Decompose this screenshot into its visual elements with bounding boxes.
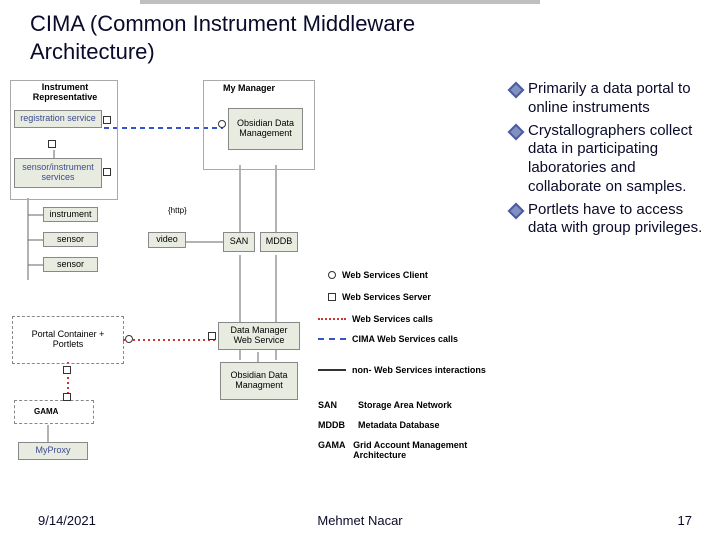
legend-text: Web Services Client: [342, 270, 428, 280]
bullet-item: Crystallographers collect data in partic…: [510, 122, 710, 197]
my-manager-label: My Manager: [223, 83, 275, 93]
bullet-list: Primarily a data portal to online instru…: [510, 80, 710, 242]
sensor-box-2: sensor: [43, 257, 98, 272]
legend-key: SAN: [318, 400, 352, 410]
gama-box: GAMA: [34, 407, 58, 416]
myproxy-box: MyProxy: [18, 442, 88, 460]
slide-title: CIMA (Common Instrument Middleware Archi…: [30, 10, 530, 65]
legend-san: SAN Storage Area Network: [318, 400, 452, 410]
bullet-text: Portlets have to access data with group …: [528, 201, 710, 239]
diamond-bullet-icon: [508, 123, 525, 140]
legend-gama: GAMA Grid Account Management Architectur…: [318, 440, 498, 460]
bullet-text: Primarily a data portal to online instru…: [528, 80, 710, 118]
ws-client-marker: [125, 335, 133, 343]
legend-key: MDDB: [318, 420, 352, 430]
architecture-diagram: Instrument Representative registration s…: [8, 80, 488, 485]
diamond-bullet-icon: [508, 82, 525, 99]
bullet-item: Primarily a data portal to online instru…: [510, 80, 710, 118]
legend-ws-calls: Web Services calls: [318, 314, 433, 324]
ws-server-marker: [63, 393, 71, 401]
legend-text: Grid Account Management Architecture: [353, 440, 498, 460]
legend-key: GAMA: [318, 440, 347, 450]
portal-box: Portal Container + Portlets: [18, 322, 118, 358]
sensor-services-box: sensor/instrument services: [14, 158, 102, 188]
ws-server-marker: [48, 140, 56, 148]
http-label: {http}: [168, 206, 187, 215]
instrument-box: instrument: [43, 207, 98, 222]
legend-non-ws: non- Web Services interactions: [318, 365, 488, 375]
legend-text: Web Services calls: [352, 314, 433, 324]
ws-server-marker: [103, 116, 111, 124]
legend-text: CIMA Web Services calls: [352, 334, 458, 344]
header-accent: [140, 0, 540, 4]
sensor-box-1: sensor: [43, 232, 98, 247]
footer-page: 17: [678, 513, 692, 528]
video-box: video: [148, 232, 186, 248]
legend-text: Web Services Server: [342, 292, 431, 302]
ws-server-marker: [208, 332, 216, 340]
bullet-item: Portlets have to access data with group …: [510, 201, 710, 239]
legend-mddb: MDDB Metadata Database: [318, 420, 440, 430]
ws-client-marker: [218, 120, 226, 128]
obsidian-top-box: Obsidian Data Management: [228, 108, 303, 150]
legend-text: Storage Area Network: [358, 400, 452, 410]
data-manager-box: Data Manager Web Service: [218, 322, 300, 350]
diamond-bullet-icon: [508, 202, 525, 219]
instrument-rep-label: Instrument Representative: [30, 82, 100, 102]
san-box: SAN: [223, 232, 255, 252]
legend-cima-calls: CIMA Web Services calls: [318, 334, 488, 344]
footer-author: Mehmet Nacar: [317, 513, 402, 528]
ws-server-marker: [103, 168, 111, 176]
legend-text: Metadata Database: [358, 420, 440, 430]
registration-service-box: registration service: [14, 110, 102, 128]
slide-footer: 9/14/2021 Mehmet Nacar 17: [0, 513, 720, 528]
footer-date: 9/14/2021: [38, 513, 96, 528]
ws-server-marker: [63, 366, 71, 374]
obsidian-bottom-box: Obsidian Data Managment: [220, 362, 298, 400]
legend-ws-server: Web Services Server: [328, 292, 431, 302]
bullet-text: Crystallographers collect data in partic…: [528, 122, 710, 197]
legend-ws-client: Web Services Client: [328, 270, 428, 280]
legend-text: non- Web Services interactions: [352, 365, 486, 375]
mddb-box: MDDB: [260, 232, 298, 252]
